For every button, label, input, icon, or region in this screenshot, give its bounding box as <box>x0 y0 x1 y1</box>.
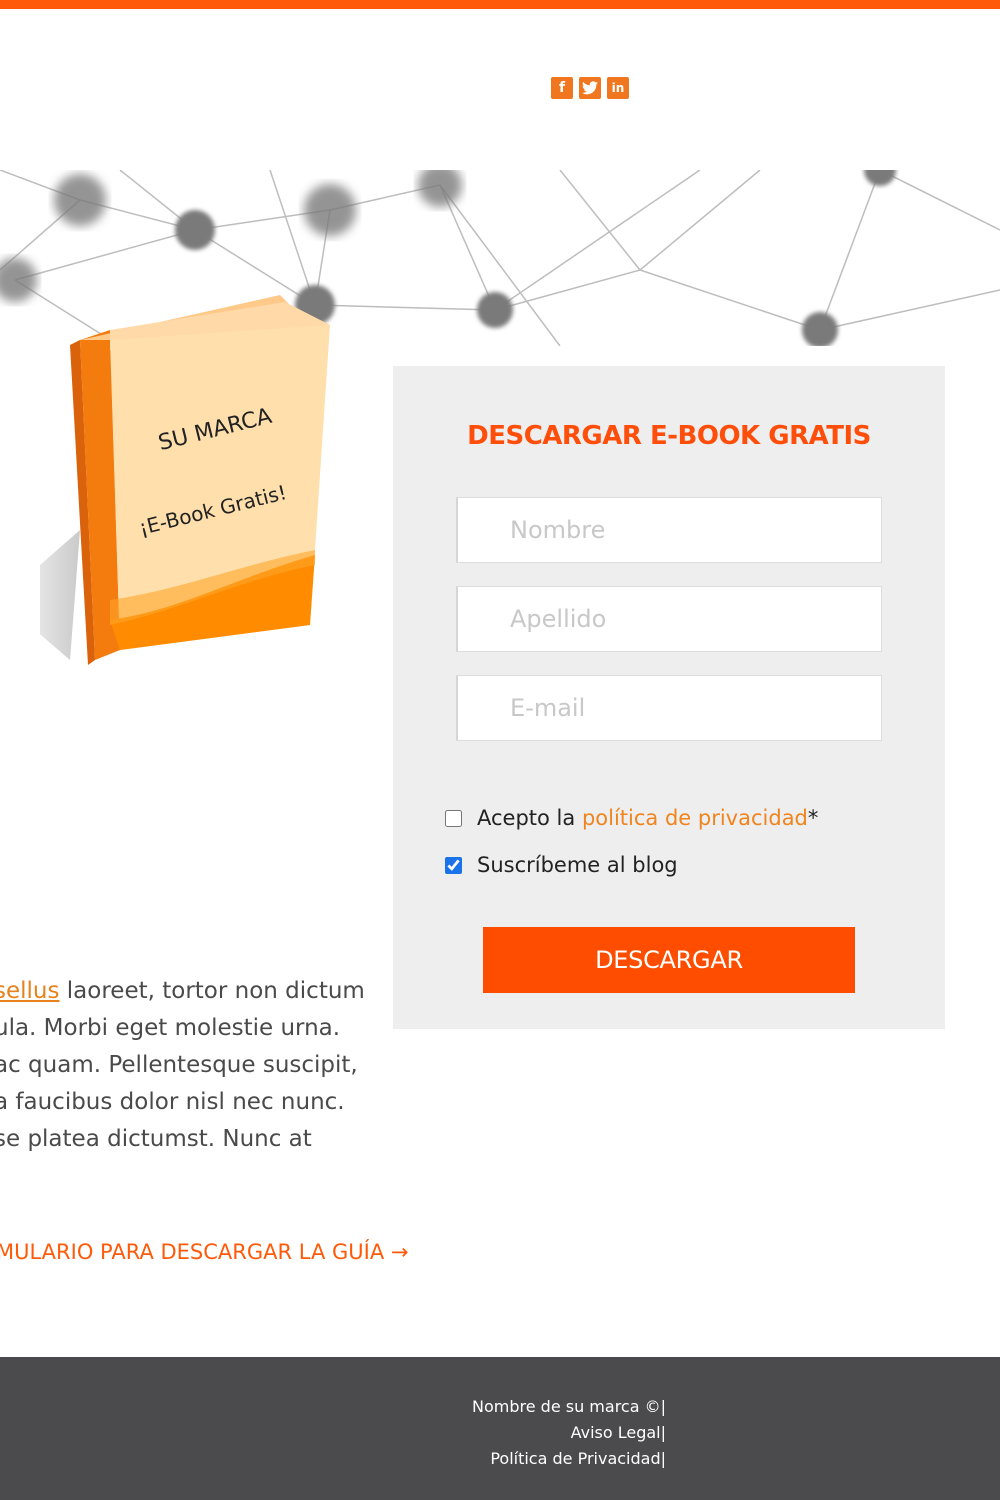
subscribe-row[interactable]: Suscríbeme al blog <box>445 853 678 877</box>
body-line-text: laoreet, tortor non dictum <box>59 978 365 1004</box>
subscribe-checkbox[interactable] <box>445 856 462 874</box>
last-name-field[interactable] <box>456 586 882 652</box>
download-button[interactable]: DESCARGAR <box>483 927 855 993</box>
body-line: a faucibus dolor nisl nec nunc. <box>0 1089 345 1115</box>
linkedin-icon[interactable]: in <box>607 77 629 99</box>
privacy-policy-link[interactable]: política de privacidad <box>582 806 808 830</box>
ebook-cover-illustration: SU MARCA ¡E-Book Gratis! <box>0 280 370 700</box>
body-line: ula. Morbi eget molestie urna. <box>0 1015 341 1041</box>
email-field[interactable] <box>456 675 882 741</box>
privacy-checkbox[interactable] <box>445 809 462 827</box>
twitter-bird-icon <box>582 81 598 95</box>
required-asterisk: * <box>807 806 819 830</box>
subscribe-label: Suscríbeme al blog <box>477 853 678 877</box>
footer-brand-link[interactable]: Nombre de su marca ©| <box>472 1394 666 1420</box>
privacy-prefix: Acepto la <box>477 806 576 830</box>
inline-link[interactable]: sellus <box>0 978 59 1004</box>
privacy-consent-row[interactable]: Acepto la política de privacidad * <box>445 806 818 830</box>
footer-links: Nombre de su marca ©| Aviso Legal| Polít… <box>472 1394 666 1472</box>
first-name-field[interactable] <box>456 497 882 563</box>
facebook-icon[interactable]: f <box>551 77 573 99</box>
ebook-graphic: SU MARCA ¡E-Book Gratis! <box>0 295 330 665</box>
social-links: f in <box>551 77 629 99</box>
footer-privacy-link[interactable]: Política de Privacidad| <box>472 1446 666 1472</box>
twitter-icon[interactable] <box>579 77 601 99</box>
footer: Nombre de su marca ©| Aviso Legal| Polít… <box>0 1357 1000 1500</box>
download-guide-link[interactable]: MULARIO PARA DESCARGAR LA GUÍA → <box>0 1240 408 1264</box>
form-title: DESCARGAR E-BOOK GRATIS <box>467 421 871 451</box>
footer-legal-link[interactable]: Aviso Legal| <box>472 1420 666 1446</box>
body-line: ac quam. Pellentesque suscipit, <box>0 1052 358 1078</box>
body-line: se platea dictumst. Nunc at <box>0 1126 312 1152</box>
body-paragraph: sellus laoreet, tortor non dictum ula. M… <box>0 973 384 1158</box>
download-form-panel: DESCARGAR E-BOOK GRATIS Acepto la políti… <box>393 366 945 1029</box>
body-line: sellus laoreet, tortor non dictum <box>0 973 384 1010</box>
top-accent-bar <box>0 0 1000 9</box>
